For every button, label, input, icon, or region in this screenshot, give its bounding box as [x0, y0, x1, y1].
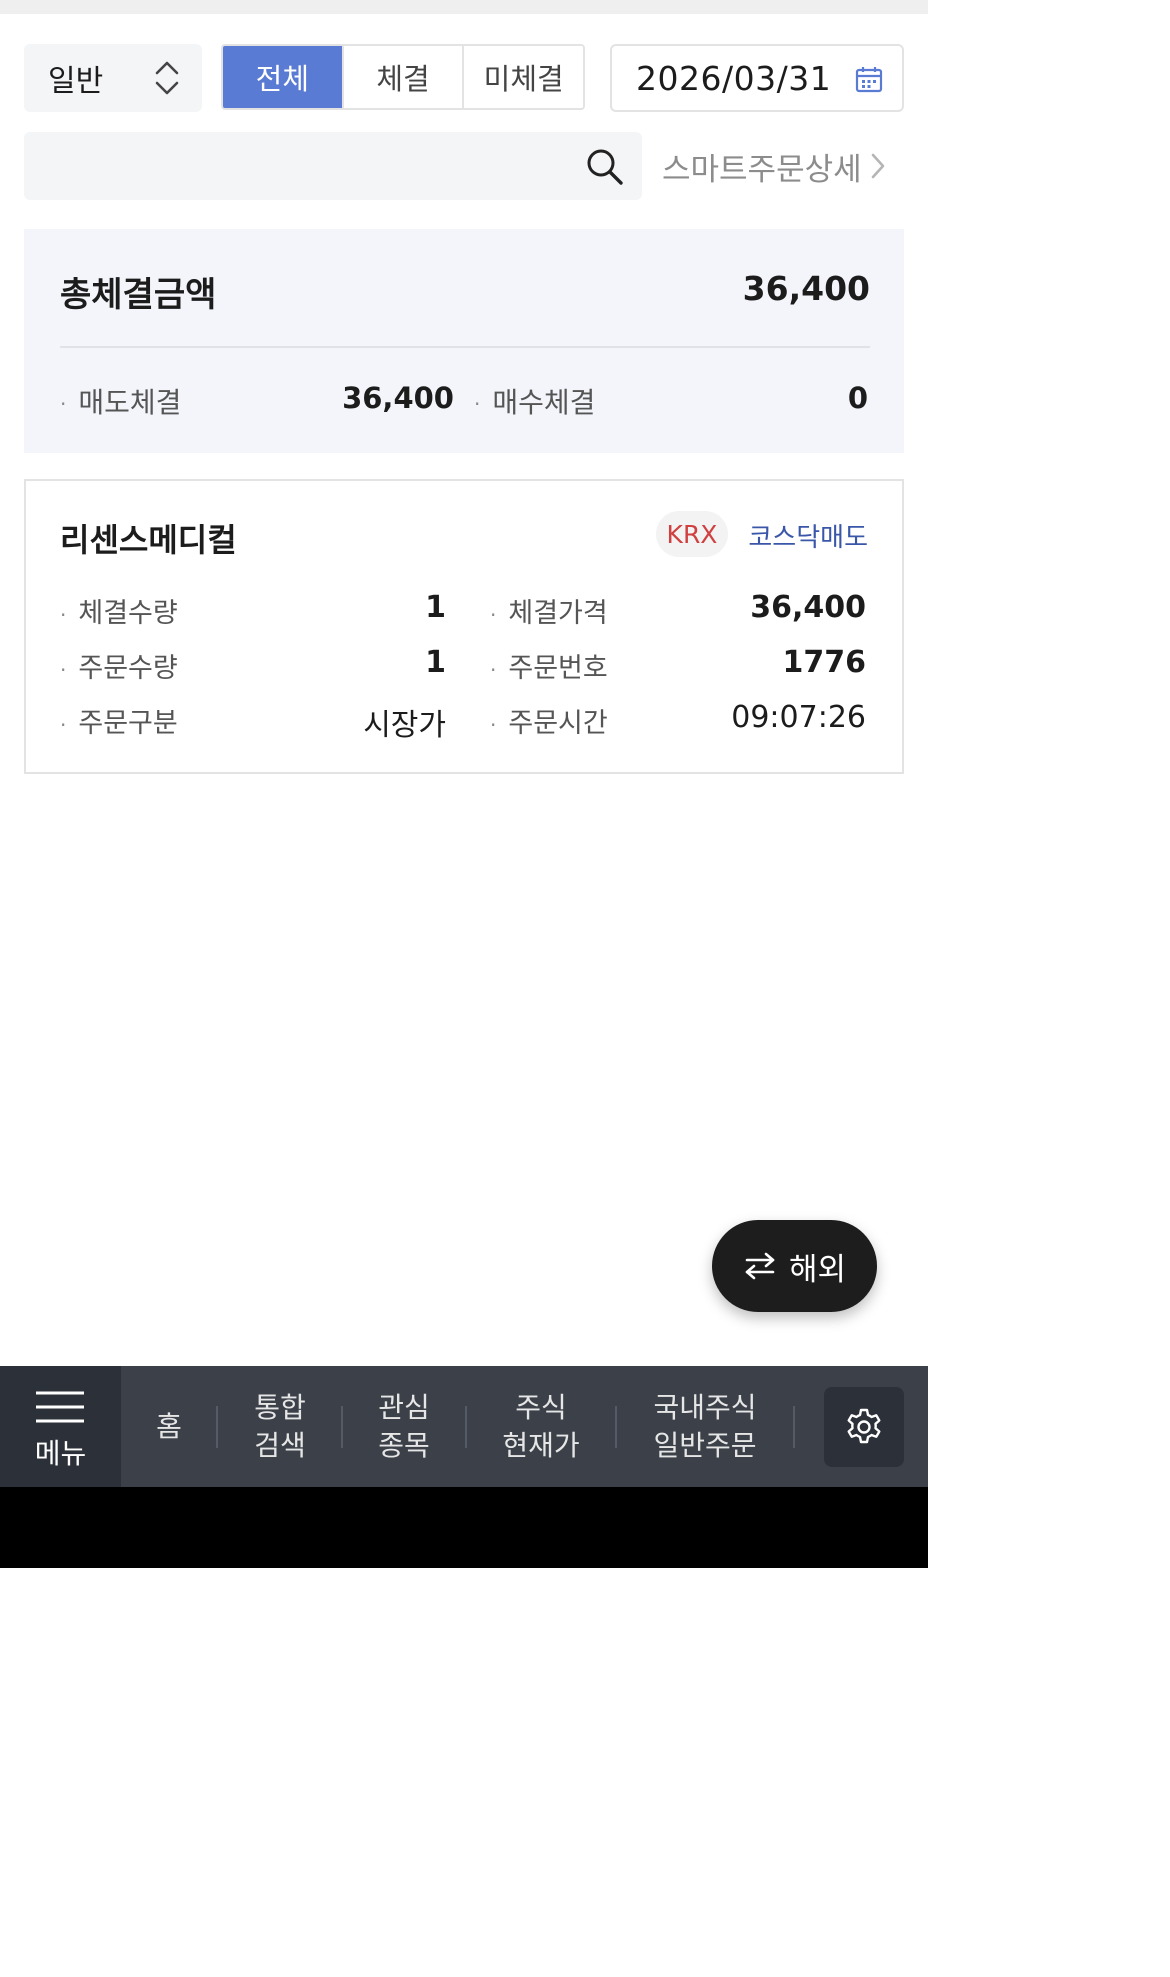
execution-summary: 총체결금액 36,400 · 매도체결 36,400 · 매수체결 0	[24, 229, 904, 453]
order-type-select-value: 일반	[48, 64, 104, 99]
buy-executed-label: 매수체결	[492, 386, 596, 419]
order-qty-label: 주문수량	[78, 653, 178, 684]
overseas-toggle-button[interactable]: 해외	[712, 1220, 877, 1312]
settings-button[interactable]	[824, 1387, 904, 1467]
calendar-icon	[855, 67, 883, 93]
nav-item-stock-price[interactable]: 주식 현재가	[467, 1366, 615, 1487]
bullet: ·	[490, 712, 497, 737]
smart-order-detail-label: 스마트주문상세	[662, 151, 862, 188]
nav-item-home[interactable]: 홈	[121, 1366, 217, 1487]
tab-all[interactable]: 전체	[223, 46, 344, 108]
bullet: ·	[60, 712, 67, 737]
total-executed-amount-label: 총체결금액	[60, 275, 217, 315]
nav-item-watchlist[interactable]: 관심 종목	[343, 1366, 465, 1487]
stock-search-input[interactable]	[44, 132, 564, 200]
gear-icon	[847, 1408, 881, 1444]
filled-qty-label-row: · 체결수량	[60, 591, 178, 630]
top-status-strip	[0, 0, 928, 14]
order-type-label: 주문구분	[78, 708, 178, 739]
order-type-select[interactable]: 일반	[24, 44, 202, 112]
order-type-value: 시장가	[363, 708, 446, 743]
bullet: ·	[474, 392, 481, 416]
menu-button[interactable]: 메뉴	[0, 1366, 121, 1487]
nav-separator	[793, 1406, 795, 1448]
chevron-right-icon	[871, 153, 884, 179]
swap-arrows-icon	[745, 1252, 775, 1280]
order-no-label: 주문번호	[508, 653, 608, 684]
execution-filter-tabs: 전체 체결 미체결	[221, 44, 585, 110]
updown-chevron-icon	[155, 61, 179, 95]
buy-executed-label-row: · 매수체결	[474, 381, 595, 421]
summary-divider	[60, 346, 870, 348]
order-time-label: 주문시간	[508, 708, 608, 739]
smart-order-detail-link[interactable]: 스마트주문상세	[662, 144, 886, 188]
filled-price-value: 36,400	[750, 590, 866, 625]
bullet: ·	[60, 657, 67, 682]
order-qty-label-row: · 주문수량	[60, 646, 178, 685]
filled-qty-label: 체결수량	[78, 598, 178, 629]
filled-price-label: 체결가격	[508, 598, 608, 629]
sell-executed-value: 36,400	[342, 381, 454, 415]
tab-unfilled[interactable]: 미체결	[464, 46, 583, 108]
system-bottom-bar	[0, 1487, 928, 1568]
order-no-value: 1776	[782, 645, 867, 680]
stock-search-box	[24, 132, 642, 200]
nav-item-integrated-search[interactable]: 통합 검색	[218, 1366, 342, 1487]
bottom-navigation: 메뉴 홈 통합 검색 관심 종목 주식 현재가 국내주식 일반주문	[0, 1366, 928, 1487]
order-type-label-row: · 주문구분	[60, 701, 178, 740]
filled-price-label-row: · 체결가격	[490, 591, 608, 630]
overseas-label: 해외	[788, 1251, 847, 1288]
total-executed-amount-value: 36,400	[742, 269, 870, 308]
filled-qty-value: 1	[425, 590, 446, 625]
date-value: 2026/03/31	[636, 58, 832, 98]
order-time-value: 09:07:26	[731, 700, 866, 735]
order-time-label-row: · 주문시간	[490, 701, 608, 740]
buy-executed-value: 0	[847, 381, 868, 415]
nav-item-domestic-order[interactable]: 국내주식 일반주문	[617, 1366, 793, 1487]
bullet: ·	[60, 392, 67, 416]
bullet: ·	[490, 657, 497, 682]
order-no-label-row: · 주문번호	[490, 646, 608, 685]
market-badge: KRX	[656, 511, 728, 557]
hamburger-menu-icon	[36, 1391, 84, 1423]
menu-label: 메뉴	[34, 1437, 87, 1470]
stock-name: 리센스메디컬	[60, 521, 237, 559]
sell-executed-label: 매도체결	[78, 386, 182, 419]
order-card[interactable]: 리센스메디컬 KRX 코스닥매도 · 체결수량 1 · 체결가격 36,400 · 주…	[24, 479, 904, 774]
date-picker[interactable]: 2026/03/31	[610, 44, 904, 112]
sell-executed-label-row: · 매도체결	[60, 381, 181, 421]
search-icon[interactable]	[584, 146, 624, 186]
tab-filled[interactable]: 체결	[343, 46, 465, 108]
order-side-label: 코스닥매도	[748, 523, 868, 553]
bullet: ·	[490, 602, 497, 627]
order-qty-value: 1	[425, 645, 446, 680]
bullet: ·	[60, 602, 67, 627]
